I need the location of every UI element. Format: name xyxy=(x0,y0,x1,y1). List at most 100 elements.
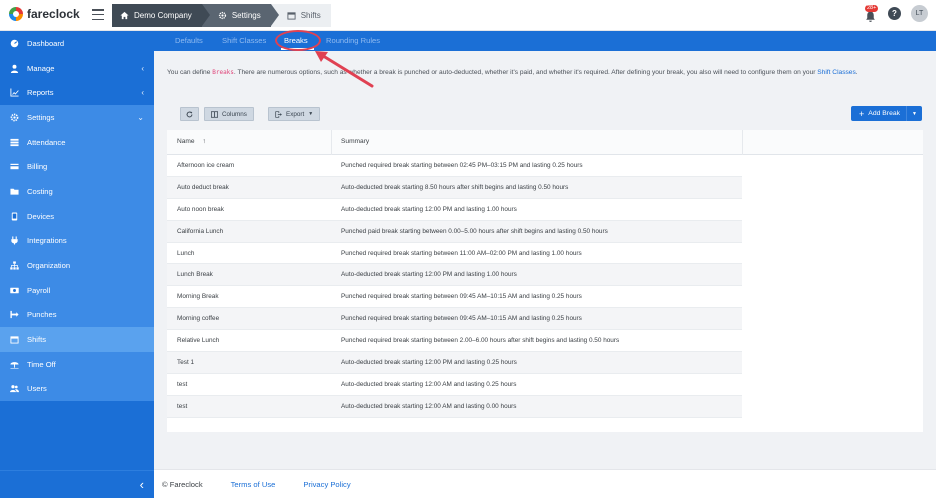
sidebar-item-organization[interactable]: Organization xyxy=(0,253,154,278)
sidebar-item-reports[interactable]: Reports ‹ xyxy=(0,80,154,105)
break-name-cell: Afternoon ice cream xyxy=(177,162,235,169)
caret-down-icon: ▼ xyxy=(912,110,917,117)
break-summary-cell: Auto-deducted break starting 12:00 PM an… xyxy=(341,359,517,367)
tab-defaults[interactable]: Defaults xyxy=(175,36,203,45)
tab-shift-classes[interactable]: Shift Classes xyxy=(222,36,266,45)
column-header-summary[interactable]: Summary xyxy=(341,138,369,145)
breaks-description: You can define Breaks. There are numerou… xyxy=(167,68,927,79)
break-summary-cell: Auto-deducted break starting 8.50 hours … xyxy=(341,183,569,191)
sidebar-item-time-off[interactable]: Time Off xyxy=(0,351,154,377)
sidebar-item-label: Settings xyxy=(27,112,55,122)
terms-of-use-link[interactable]: Terms of Use xyxy=(231,480,276,489)
sidebar-item-integrations[interactable]: Integrations xyxy=(0,228,154,254)
break-name-cell: Auto deduct break xyxy=(177,183,229,191)
main-content: You can define Breaks. There are numerou… xyxy=(154,51,936,469)
export-button[interactable]: Export ▼ xyxy=(268,107,321,121)
sidebar-collapse-button[interactable]: ‹ xyxy=(0,470,154,498)
notification-badge: 28+ xyxy=(865,4,879,12)
chart-icon xyxy=(10,88,19,97)
sidebar-item-dashboard[interactable]: Dashboard xyxy=(0,31,154,56)
sidebar-item-label: Billing xyxy=(27,162,48,172)
sidebar-item-settings[interactable]: Settings ⌄ xyxy=(0,105,154,130)
plus-icon: + xyxy=(859,108,865,119)
sidebar-item-devices[interactable]: Devices xyxy=(0,203,154,229)
refresh-button[interactable] xyxy=(180,107,199,121)
sidebar-item-label: Devices xyxy=(27,211,55,221)
export-icon xyxy=(275,110,282,118)
table-row[interactable]: Morning Break Punched required break star… xyxy=(167,286,742,309)
app-logo[interactable]: fareclock xyxy=(9,7,80,21)
gear-icon xyxy=(10,113,19,122)
table-row[interactable]: Lunch Break Auto-deducted break starting … xyxy=(167,264,742,287)
sidebar-item-shifts[interactable]: Shifts xyxy=(0,327,154,352)
sidebar-item-label: Payroll xyxy=(27,285,51,295)
break-summary-cell: Punched required break starting between … xyxy=(341,315,582,323)
chevron-left-icon: ‹ xyxy=(139,477,144,492)
caret-down-icon: ▼ xyxy=(308,111,314,117)
table-row[interactable]: Afternoon ice cream Punched required brea… xyxy=(167,155,742,177)
privacy-policy-link[interactable]: Privacy Policy xyxy=(303,480,350,489)
columns-label: Columns xyxy=(222,110,247,118)
break-summary-cell: Auto-deducted break starting 12:00 AM an… xyxy=(341,380,517,388)
breadcrumb-label: Settings xyxy=(231,11,261,20)
table-row[interactable]: Test 1 Auto-deducted break starting 12:00… xyxy=(167,352,742,374)
table-row[interactable]: test Auto-deducted break starting 12:00 A… xyxy=(167,374,742,396)
sidebar-item-punches[interactable]: Punches xyxy=(0,302,154,328)
breaks-table: Name ↑ Summary Afternoon ice cream Punche… xyxy=(167,130,923,432)
settings-tabbar: Defaults Shift Classes Breaks Rounding R… xyxy=(154,31,936,51)
notifications-button[interactable]: 28+ xyxy=(864,4,879,22)
columns-icon xyxy=(211,110,218,118)
break-summary-cell: Punched required break starting between … xyxy=(341,293,582,301)
table-header: Name ↑ Summary xyxy=(167,130,923,155)
sidebar-item-label: Organization xyxy=(27,261,71,271)
avatar[interactable]: LT xyxy=(911,5,928,22)
dashboard-icon xyxy=(10,39,19,48)
fareclock-logo-icon xyxy=(9,7,23,21)
column-divider xyxy=(742,130,743,155)
export-label: Export xyxy=(286,110,305,118)
table-row[interactable]: Morning coffee Punched required break sta… xyxy=(167,308,742,331)
break-name-cell: test xyxy=(177,402,188,410)
breaks-highlight: Breaks xyxy=(212,69,234,76)
table-row[interactable]: Auto deduct break Auto-deducted break sta… xyxy=(167,176,742,199)
help-button[interactable]: ? xyxy=(888,7,901,20)
add-break-button[interactable]: + Add Break ▼ xyxy=(851,106,922,121)
break-name-cell: test xyxy=(177,380,188,388)
table-row[interactable]: Relative Lunch Punched required break sta… xyxy=(167,330,742,353)
break-name-cell: California Lunch xyxy=(177,227,224,235)
break-summary-cell: Auto-deducted break starting 12:00 PM an… xyxy=(341,205,517,213)
break-summary-cell: Punched required break starting between … xyxy=(341,337,620,345)
table-row[interactable]: California Lunch Punched paid break start… xyxy=(167,220,742,243)
shift-classes-link[interactable]: Shift Classes xyxy=(817,69,855,76)
sidebar-item-label: Costing xyxy=(27,186,53,196)
breadcrumb-shifts[interactable]: Shifts xyxy=(270,4,331,27)
money-icon xyxy=(10,286,19,295)
breadcrumb-settings[interactable]: Settings xyxy=(201,4,279,27)
breadcrumb-label: Demo Company xyxy=(134,11,192,20)
sidebar-item-users[interactable]: Users xyxy=(0,376,154,402)
menu-toggle-icon[interactable] xyxy=(92,9,104,20)
column-header-name[interactable]: Name ↑ xyxy=(177,138,206,145)
break-name-cell: Test 1 xyxy=(177,359,195,367)
sidebar-item-billing[interactable]: Billing xyxy=(0,154,154,180)
break-summary-cell: Auto-deducted break starting 12:00 AM an… xyxy=(341,402,517,410)
breadcrumb: Demo Company Settings Shifts xyxy=(112,4,331,27)
annotation-arrow-icon xyxy=(315,51,374,88)
table-row[interactable]: Lunch Punched required break starting bet… xyxy=(167,243,742,265)
folder-icon xyxy=(10,187,19,196)
sidebar-item-attendance[interactable]: Attendance xyxy=(0,129,154,155)
sidebar-item-costing[interactable]: Costing xyxy=(0,179,154,204)
add-break-dropdown-toggle[interactable]: ▼ xyxy=(906,106,922,121)
break-summary-cell: Punched required break starting between … xyxy=(341,162,583,169)
chevron-down-icon: ⌄ xyxy=(137,113,144,123)
shifts-icon xyxy=(10,335,19,344)
home-icon xyxy=(120,11,129,20)
umbrella-icon xyxy=(10,360,19,369)
punch-icon xyxy=(10,310,19,319)
columns-button[interactable]: Columns xyxy=(204,107,254,121)
breadcrumb-demo-company[interactable]: Demo Company xyxy=(112,4,210,27)
sidebar-item-payroll[interactable]: Payroll xyxy=(0,277,154,303)
table-row[interactable]: Auto noon break Auto-deducted break start… xyxy=(167,199,742,221)
sidebar-item-manage[interactable]: Manage ‹ xyxy=(0,56,154,81)
table-row[interactable]: test Auto-deducted break starting 12:00 A… xyxy=(167,395,742,418)
